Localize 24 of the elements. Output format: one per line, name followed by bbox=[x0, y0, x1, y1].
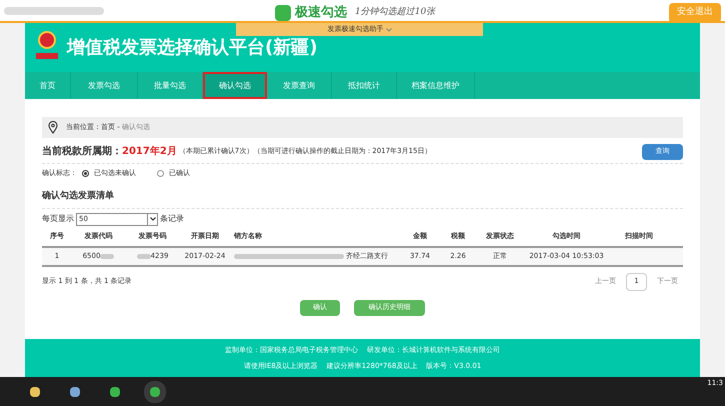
nav-tab[interactable]: 档案信息维护 bbox=[397, 72, 475, 99]
period-value: 2017年2月 bbox=[122, 144, 177, 159]
page-size-suffix: 条记录 bbox=[160, 213, 184, 225]
logout-button[interactable]: 安全退出 bbox=[669, 3, 721, 22]
chevron-down-icon bbox=[386, 28, 392, 32]
brand-name: 极速勾选 bbox=[295, 4, 347, 22]
nav-tab[interactable]: 确认勾选 bbox=[203, 72, 267, 99]
nav-tab[interactable]: 首页 bbox=[25, 72, 71, 99]
nav-tab[interactable]: 发票查询 bbox=[267, 72, 332, 99]
caret-icon bbox=[147, 214, 157, 224]
app-icon[interactable] bbox=[150, 386, 160, 396]
nav-tab[interactable]: 发票勾选 bbox=[71, 72, 138, 99]
nav-tab[interactable]: 抵扣统计 bbox=[332, 72, 397, 99]
blurred-text bbox=[136, 254, 151, 258]
radio-button[interactable] bbox=[157, 170, 164, 176]
location-pin-icon bbox=[48, 121, 58, 134]
radio-button[interactable] bbox=[82, 170, 89, 176]
page-size-label: 每页显示 bbox=[42, 213, 74, 225]
period-label: 当前税款所属期： bbox=[42, 144, 122, 159]
app-icon[interactable] bbox=[110, 386, 120, 396]
blurred-text bbox=[100, 254, 114, 258]
platform-title: 增值税发票选择确认平台(新疆) bbox=[67, 36, 318, 60]
list-title: 确认勾选发票清单 bbox=[42, 190, 683, 208]
slogan: 1分钟勾选超过10张 bbox=[355, 6, 436, 19]
